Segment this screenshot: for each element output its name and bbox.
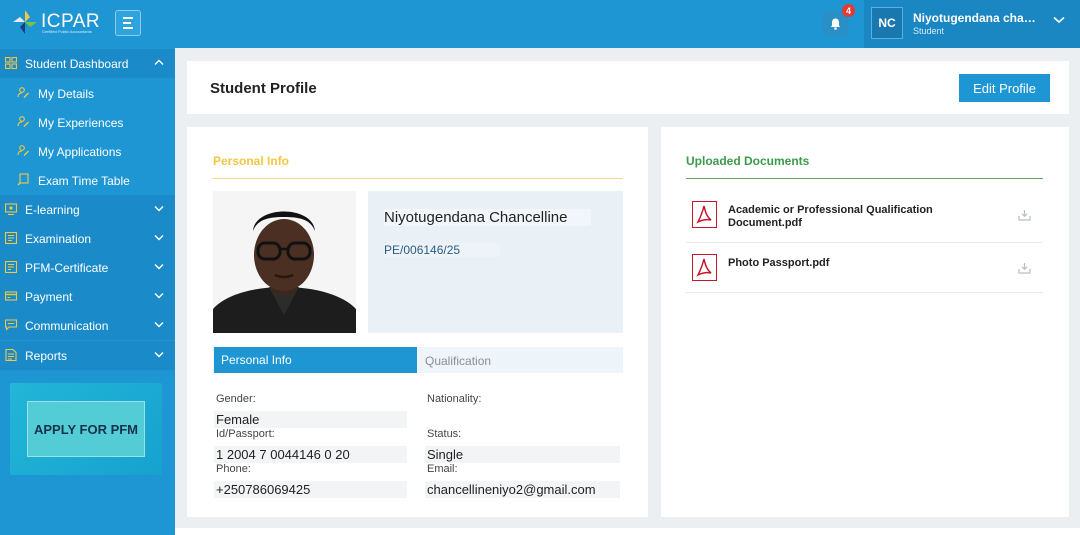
nationality-label: Nationality: (427, 393, 482, 405)
sidebar-subitem-label: Exam Time Table (38, 174, 130, 188)
calendar-icon (17, 173, 29, 186)
document-name: Academic or Professional Qualification D… (728, 204, 933, 230)
registration-number: PE/006146/25 (384, 243, 501, 257)
section-title: Uploaded Documents (686, 154, 810, 168)
sidebar: Student Dashboard My Details My Experien… (0, 48, 175, 535)
apply-for-pfm-button[interactable]: APPLY FOR PFM (27, 401, 145, 457)
sidebar-subitem-my-applications[interactable]: My Applications (0, 136, 175, 165)
divider (213, 178, 623, 179)
sidebar-item-label: E-learning (25, 203, 80, 217)
id-passport-value: 1 2004 7 0044146 0 20 (214, 446, 407, 463)
chevron-down-icon (154, 293, 164, 299)
profile-photo (213, 191, 356, 333)
sidebar-item-examination[interactable]: Examination (0, 224, 175, 253)
hamburger-line (123, 27, 133, 29)
phone-value: +250786069425 (214, 481, 407, 498)
profile-photo-image (213, 191, 356, 333)
chevron-down-icon (154, 235, 164, 241)
id-passport-label: Id/Passport: (216, 428, 275, 440)
divider (686, 178, 1043, 179)
sidebar-subitem-label: My Details (38, 87, 95, 101)
email-value: chancellineniyo2@gmail.com (425, 481, 620, 498)
document-name-line: Photo Passport.pdf (728, 257, 830, 269)
section-title: Personal Info (213, 154, 290, 168)
name-box: Niyotugendana Chancelline PE/006146/25 (368, 191, 623, 333)
user-edit-icon (17, 145, 29, 156)
user-edit-icon (17, 116, 29, 127)
student-full-name: Niyotugendana Chancelline (384, 209, 592, 226)
document-name-line: Document.pdf (728, 217, 802, 229)
document-row[interactable]: Academic or Professional Qualification D… (686, 190, 1043, 243)
chevron-down-icon (154, 352, 164, 358)
footer-strip (175, 528, 1080, 535)
sidebar-subitem-label: My Applications (38, 145, 122, 159)
phone-label: Phone: (216, 463, 251, 475)
grid-icon (5, 57, 17, 69)
certificate-icon (5, 261, 17, 273)
sidebar-item-payment[interactable]: Payment (0, 282, 175, 311)
chevron-down-icon (1053, 16, 1065, 24)
document-name: Photo Passport.pdf (728, 257, 829, 270)
apply-pfm-panel: APPLY FOR PFM (10, 383, 162, 475)
sidebar-subitem-label: My Experiences (38, 116, 124, 130)
sidebar-item-reports[interactable]: Reports (0, 341, 175, 370)
page-header: Student Profile Edit Profile (187, 61, 1069, 114)
menu-toggle-button[interactable] (115, 10, 141, 36)
report-icon (5, 349, 17, 361)
user-menu[interactable]: NC Niyotugendana chanc... Student (864, 0, 1080, 48)
document-row[interactable]: Photo Passport.pdf (686, 243, 1043, 293)
sidebar-item-label: Communication (25, 319, 109, 333)
uploaded-documents-card: Uploaded Documents Academic or Professio… (661, 127, 1069, 517)
pdf-file-icon (692, 254, 717, 281)
sidebar-subitem-my-details[interactable]: My Details (0, 78, 175, 107)
document-name-line: Academic or Professional Qualification (728, 204, 933, 216)
tab-personal-info[interactable]: Personal Info (214, 347, 417, 373)
hamburger-line (123, 17, 133, 19)
sidebar-item-student-dashboard[interactable]: Student Dashboard (0, 49, 175, 78)
bell-icon (830, 18, 841, 30)
chevron-down-icon (154, 264, 164, 270)
pdf-file-icon (692, 201, 717, 228)
elearning-icon (5, 203, 17, 215)
brand-logo[interactable]: ICPAR Certified Public Accountants (12, 9, 100, 35)
card-icon (5, 291, 17, 301)
tab-qualification[interactable]: Qualification (425, 354, 491, 368)
download-icon[interactable] (1018, 262, 1031, 274)
sidebar-item-e-learning[interactable]: E-learning (0, 195, 175, 224)
profile-tabs: Personal Info Qualification (213, 347, 623, 373)
sidebar-subitem-exam-time-table[interactable]: Exam Time Table (0, 165, 175, 194)
user-role: Student (913, 26, 945, 36)
download-icon[interactable] (1018, 209, 1031, 221)
notification-count-badge: 4 (842, 4, 855, 17)
top-bar: ICPAR Certified Public Accountants 4 NC … (0, 0, 1080, 48)
chat-icon (5, 319, 17, 331)
sidebar-subitem-my-experiences[interactable]: My Experiences (0, 107, 175, 136)
user-name: Niyotugendana chanc... (913, 11, 1041, 25)
personal-info-card: Personal Info Niyotugendana Chancelline … (187, 127, 648, 517)
sidebar-item-label: Payment (25, 290, 73, 304)
avatar: NC (871, 7, 903, 39)
status-label: Status: (427, 428, 462, 440)
user-edit-icon (17, 87, 29, 98)
sidebar-item-communication[interactable]: Communication (0, 311, 175, 340)
sidebar-item-label: Examination (25, 232, 92, 246)
logo-mark-icon (12, 9, 38, 35)
hamburger-line (123, 22, 131, 24)
brand-tagline: Certified Public Accountants (42, 29, 92, 34)
chevron-down-icon (154, 206, 164, 212)
chevron-up-icon (154, 59, 164, 65)
gender-label: Gender: (216, 393, 256, 405)
page-title: Student Profile (210, 80, 317, 97)
sidebar-item-label: Reports (25, 349, 68, 363)
sidebar-item-pfm-certificate[interactable]: PFM-Certificate (0, 253, 175, 282)
sidebar-item-label: Student Dashboard (25, 57, 129, 71)
chevron-down-icon (154, 322, 164, 328)
edit-profile-button[interactable]: Edit Profile (959, 74, 1050, 102)
status-value: Single (425, 446, 620, 463)
sidebar-item-label: PFM-Certificate (25, 261, 109, 275)
email-label: Email: (427, 463, 458, 475)
list-icon (5, 232, 17, 244)
gender-value: Female (214, 411, 407, 428)
